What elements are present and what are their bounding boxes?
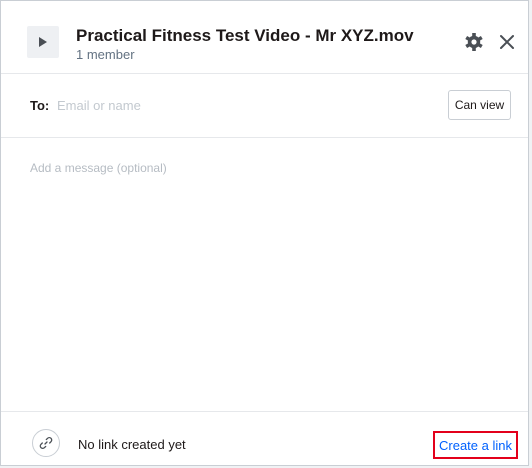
link-icon (32, 429, 60, 457)
member-count: 1 member (76, 47, 135, 62)
play-icon (27, 26, 59, 58)
recipients-row: To: Can view (1, 73, 528, 138)
link-status: No link created yet (78, 437, 186, 452)
create-link-button[interactable]: Create a link (433, 431, 518, 459)
dialog-footer: No link created yet Create a link (1, 411, 528, 465)
to-label: To: (30, 98, 50, 113)
message-input[interactable] (30, 161, 505, 391)
share-dialog: Practical Fitness Test Video - Mr XYZ.mo… (0, 0, 529, 466)
permission-dropdown[interactable]: Can view (448, 90, 511, 120)
dialog-header: Practical Fitness Test Video - Mr XYZ.mo… (1, 1, 528, 74)
recipient-input[interactable] (57, 92, 427, 118)
gear-icon[interactable] (464, 32, 484, 52)
close-icon[interactable] (498, 33, 516, 51)
file-name: Practical Fitness Test Video - Mr XYZ.mo… (76, 26, 414, 45)
